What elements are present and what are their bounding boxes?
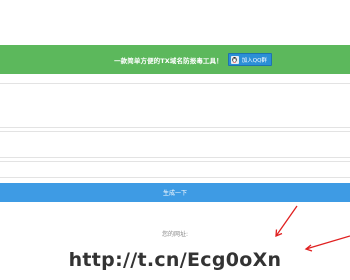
generate-button[interactable]: 生成一下 xyxy=(0,183,350,202)
join-qq-group-button[interactable]: 加入QQ群 xyxy=(227,53,272,66)
qq-penguin-icon xyxy=(230,55,239,64)
result-short-url[interactable]: http://t.cn/Ecg0oXn xyxy=(0,249,350,271)
notice-banner: 一款简单方便的TX域名防报毒工具！ 加入QQ群 xyxy=(0,45,350,74)
generate-button-label: 生成一下 xyxy=(162,190,187,197)
url-input-field[interactable] xyxy=(0,83,350,128)
banner-text: 一款简单方便的TX域名防报毒工具！ xyxy=(114,56,223,65)
result-label: 您的网址: xyxy=(161,231,189,238)
page: 一款简单方便的TX域名防报毒工具！ 加入QQ群 生成一下 您的网址: http:… xyxy=(0,0,350,280)
option-field[interactable] xyxy=(0,131,350,158)
join-qq-group-label: 加入QQ群 xyxy=(241,57,267,64)
captcha-field[interactable] xyxy=(0,161,350,178)
